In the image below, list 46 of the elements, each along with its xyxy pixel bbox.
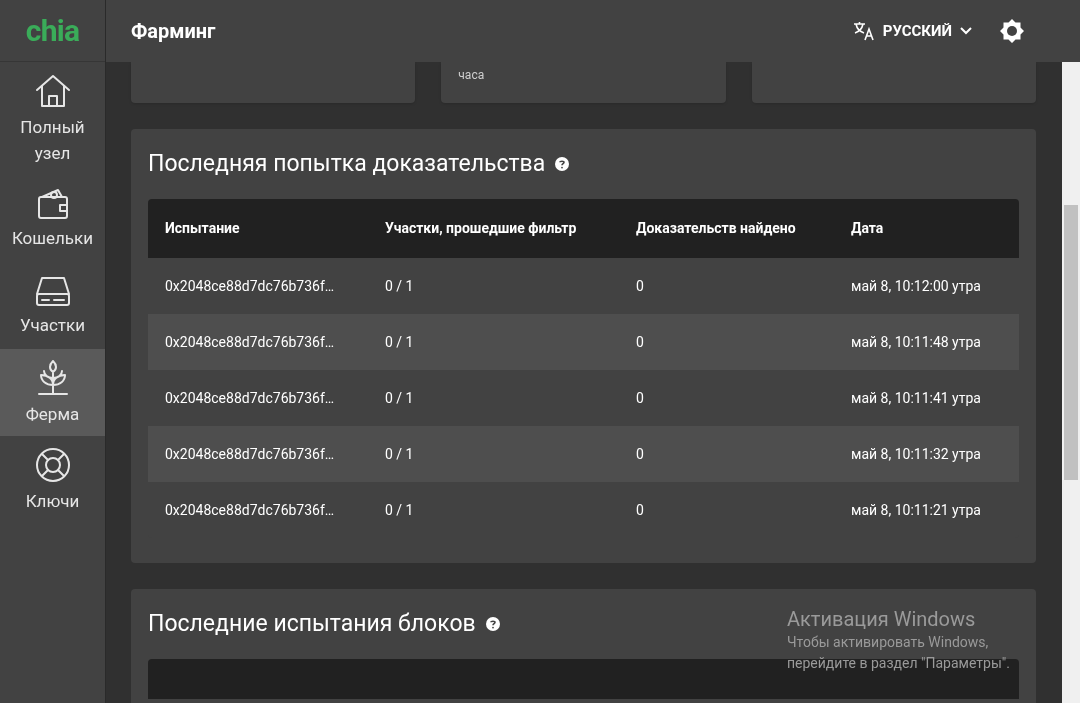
sidebar-item[interactable]: Ключи (0, 436, 105, 523)
lifebuoy-icon (33, 445, 72, 484)
table-cell-text: май 8, 10:11:41 утра (851, 388, 982, 408)
scrollbar-thumb[interactable] (1064, 205, 1078, 480)
table-cell-text: май 8, 10:12:00 утра (851, 276, 982, 296)
chevron-down-icon (960, 27, 972, 35)
table-cell-text: май 8, 10:11:21 утра (851, 500, 982, 520)
translate-icon (852, 21, 875, 41)
section-title: Последние испытания блоков (148, 608, 476, 639)
column-header: Дата (851, 219, 885, 238)
help-icon[interactable] (485, 617, 500, 631)
table-cell-text: май 8, 10:11:48 утра (851, 332, 982, 352)
table-cell-text: 0 / 1 (385, 500, 415, 520)
brightness-icon[interactable] (1000, 19, 1024, 43)
table-cell-text: 0 / 1 (385, 276, 415, 296)
table-cell-text: 0x2048ce88d7dc76b736f… (165, 444, 336, 464)
sidebar-item[interactable]: Участки (0, 262, 105, 349)
stat-card-text: часа (458, 68, 485, 82)
table-cell-text: май 8, 10:11:32 утра (851, 444, 982, 464)
help-icon[interactable] (555, 157, 570, 171)
table-cell-text: 0 / 1 (385, 332, 415, 352)
sidebar-item[interactable]: Ферма (0, 349, 105, 436)
table-cell-text: 0 (636, 332, 645, 352)
column-header: Участки, прошедшие фильтр (385, 219, 578, 238)
sidebar-item[interactable]: Кошельки (0, 175, 105, 262)
table-cell-text: 0x2048ce88d7dc76b736f… (165, 500, 336, 520)
table-cell-text: 0 (636, 388, 645, 408)
language-select[interactable]: РУССКИЙ (852, 19, 972, 43)
wallet-icon (35, 186, 70, 221)
column-header: Испытание (165, 219, 241, 238)
activation-text: перейдите в раздел "Параметры". (787, 654, 1010, 673)
table-cell-text: 0 / 1 (385, 388, 415, 408)
table-cell-text: 0x2048ce88d7dc76b736f… (165, 388, 336, 408)
plant-icon (35, 358, 70, 397)
page-title: Фарминг (131, 18, 216, 45)
table-cell-text: 0x2048ce88d7dc76b736f… (165, 276, 336, 296)
column-header: Доказательств найдено (636, 219, 797, 238)
sidebar-item[interactable]: Полный узел (0, 62, 105, 175)
table-cell-text: 0 (636, 500, 645, 520)
table-cell-text: 0 (636, 444, 645, 464)
table-cell-text: 0 / 1 (385, 444, 415, 464)
activation-text: Чтобы активировать Windows, (787, 633, 990, 652)
section-title: Последняя попытка доказательства (148, 148, 546, 179)
table-cell-text: 0x2048ce88d7dc76b736f… (165, 332, 336, 352)
table-cell-text: 0 (636, 276, 645, 296)
activation-title: Активация Windows (787, 606, 977, 632)
